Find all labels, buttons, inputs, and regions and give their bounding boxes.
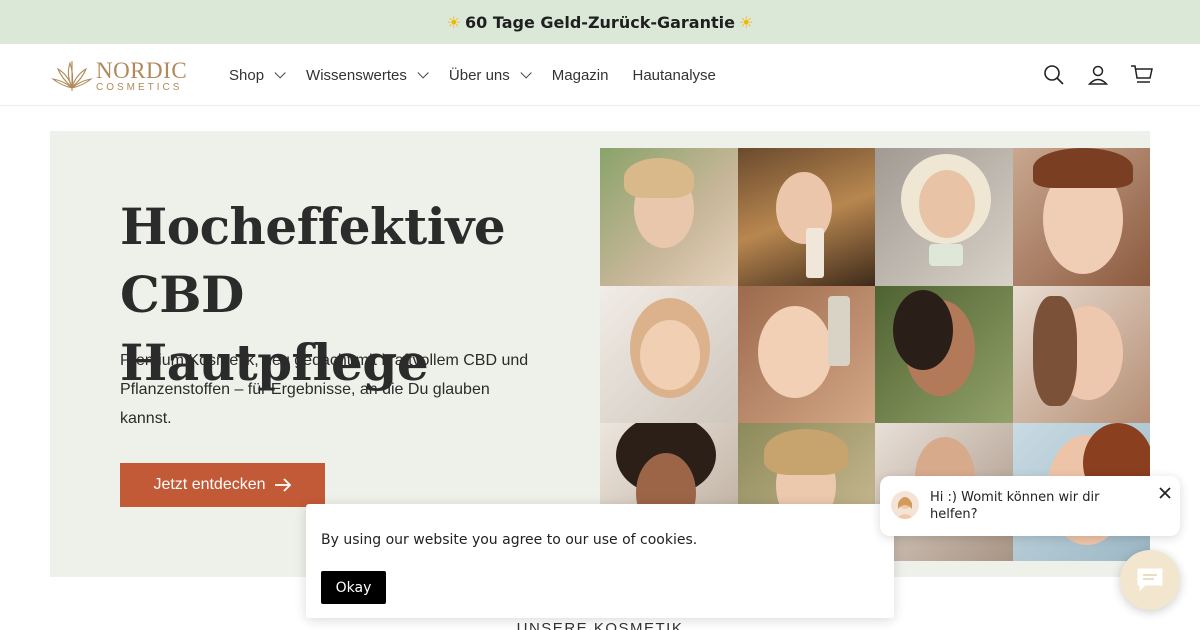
chat-launcher-button[interactable] <box>1120 550 1180 610</box>
announcement-bar: ☀ 60 Tage Geld-Zurück-Garantie ☀ <box>0 0 1200 44</box>
cookie-okay-button[interactable]: Okay <box>321 571 386 604</box>
discover-button-label: Jetzt entdecken <box>153 476 266 493</box>
collage-photo <box>875 285 1013 424</box>
nav-label: Hautanalyse <box>632 66 716 84</box>
agent-avatar <box>891 491 919 519</box>
chat-bubble-icon <box>1137 568 1163 592</box>
chat-popup-text: Hi :) Womit können wir dir helfen? <box>930 490 1100 522</box>
main-nav: Shop Wissenswertes Über uns Magazin Haut… <box>229 44 740 106</box>
nav-item-wissenswertes[interactable]: Wissenswertes <box>306 66 429 84</box>
cart-icon[interactable] <box>1130 63 1154 87</box>
chevron-down-icon <box>417 67 429 79</box>
arrow-right-icon <box>274 478 291 492</box>
chevron-down-icon <box>274 67 286 79</box>
collage-photo <box>1012 148 1150 286</box>
nav-label: Magazin <box>551 66 609 84</box>
nav-item-magazin[interactable]: Magazin <box>552 67 609 84</box>
nav-label: Wissenswertes <box>306 66 407 84</box>
nav-label: Über uns <box>448 66 510 84</box>
logo-word-nordic: NORDIC <box>96 58 188 83</box>
collage-photo <box>600 148 738 286</box>
nav-label: Shop <box>229 66 265 84</box>
hero-description: Premium Kosmetik, neu gedacht mit kraftv… <box>120 352 529 427</box>
chevron-down-icon <box>520 67 532 79</box>
discover-button[interactable]: Jetzt entdecken <box>120 463 325 507</box>
nav-item-ueber-uns[interactable]: Über uns <box>448 66 532 84</box>
hemp-leaf-icon <box>51 61 93 91</box>
collage-photo <box>600 285 738 424</box>
sun-icon: ☀ <box>446 12 462 32</box>
cookie-message: By using our website you agree to our us… <box>321 532 698 548</box>
site-header: NORDIC COSMETICS Shop Wissenswertes Über… <box>0 44 1200 106</box>
collage-photo <box>737 148 875 286</box>
collage-photo <box>737 285 875 424</box>
section-title: UNSERE KOSMETIK <box>516 620 684 630</box>
collage-photo <box>1012 285 1150 424</box>
announcement-text: 60 Tage Geld-Zurück-Garantie <box>465 12 735 32</box>
logo[interactable]: NORDIC COSMETICS <box>50 56 195 96</box>
cookie-banner: By using our website you agree to our us… <box>306 504 894 618</box>
search-icon[interactable] <box>1042 63 1066 87</box>
nav-item-shop[interactable]: Shop <box>229 66 286 84</box>
account-icon[interactable] <box>1086 63 1110 87</box>
logo-word-cosmetics: COSMETICS <box>96 82 183 93</box>
sun-icon: ☀ <box>738 12 754 32</box>
chat-popup[interactable]: Hi :) Womit können wir dir helfen? <box>880 476 1180 536</box>
hero-title-line-1: Hocheffektive <box>120 197 506 256</box>
close-icon[interactable] <box>1158 486 1172 500</box>
nav-item-hautanalyse[interactable]: Hautanalyse <box>632 67 715 84</box>
collage-photo <box>875 148 1013 286</box>
header-icons <box>1022 63 1154 87</box>
